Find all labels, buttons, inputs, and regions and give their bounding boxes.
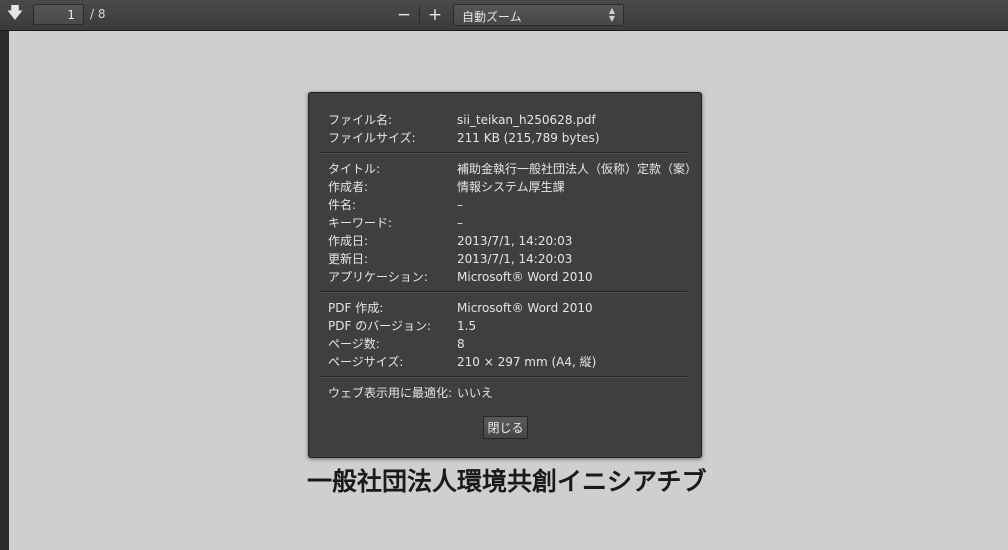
property-row: 件名: – bbox=[328, 197, 688, 213]
property-label: 件名: bbox=[328, 198, 357, 212]
property-row: 作成者: 情報システム厚生課 bbox=[328, 179, 688, 195]
toolbar: 🡇 / 8 − + 自動ズーム ▲▼ bbox=[0, 0, 1008, 31]
property-label: アプリケーション: bbox=[328, 270, 428, 284]
property-label: ページ数: bbox=[328, 337, 380, 351]
property-value: 210 × 297 mm (A4, 縦) bbox=[457, 355, 597, 369]
arrow-down-icon[interactable]: 🡇 bbox=[4, 3, 26, 25]
zoom-in-button[interactable]: + bbox=[424, 5, 446, 25]
property-value: いいえ bbox=[457, 386, 494, 400]
zoom-select-value: 自動ズーム bbox=[462, 10, 522, 24]
property-row: ページ数: 8 bbox=[328, 336, 688, 352]
property-label: 更新日: bbox=[328, 252, 369, 266]
zoom-select[interactable]: 自動ズーム ▲ ▼ bbox=[453, 4, 624, 26]
property-row: タイトル: 補助金執行一般社団法人（仮称）定款（案） bbox=[328, 161, 697, 177]
property-label: タイトル: bbox=[328, 162, 381, 176]
document-heading: 一般社団法人環境共創イニシアチブ bbox=[307, 467, 707, 496]
property-value: 2013/7/1, 14:20:03 bbox=[457, 252, 573, 266]
property-label: ファイルサイズ: bbox=[328, 131, 416, 145]
property-value: Microsoft® Word 2010 bbox=[457, 301, 593, 315]
property-row: 更新日: 2013/7/1, 14:20:03 bbox=[328, 251, 688, 267]
toolbar-divider bbox=[419, 6, 420, 24]
property-value: 1.5 bbox=[457, 319, 477, 333]
property-row: アプリケーション: Microsoft® Word 2010 bbox=[328, 269, 688, 285]
document-properties-dialog: ファイル名: sii_teikan_h250628.pdf ファイルサイズ: 2… bbox=[308, 92, 702, 458]
property-value: Microsoft® Word 2010 bbox=[457, 270, 593, 284]
property-value: sii_teikan_h250628.pdf bbox=[457, 113, 596, 127]
property-label: 作成日: bbox=[328, 234, 369, 248]
property-value: 8 bbox=[457, 337, 465, 351]
property-row: キーワード: – bbox=[328, 215, 688, 231]
section-divider bbox=[320, 152, 687, 154]
property-label: PDF 作成: bbox=[328, 301, 384, 315]
property-row: PDF のバージョン: 1.5 bbox=[328, 318, 688, 334]
close-button[interactable]: 閉じる bbox=[483, 416, 528, 439]
property-value: 情報システム厚生課 bbox=[457, 180, 565, 194]
property-row: ウェブ表示用に最適化: いいえ bbox=[328, 385, 688, 401]
property-row: ファイルサイズ: 211 KB (215,789 bytes) bbox=[328, 130, 688, 146]
page-number-input[interactable] bbox=[33, 4, 84, 25]
property-value: 211 KB (215,789 bytes) bbox=[457, 131, 600, 145]
property-row: PDF 作成: Microsoft® Word 2010 bbox=[328, 300, 688, 316]
select-arrows-icon: ▲ ▼ bbox=[608, 6, 615, 23]
property-row: 作成日: 2013/7/1, 14:20:03 bbox=[328, 233, 688, 249]
property-value: – bbox=[457, 216, 463, 230]
property-row: ページサイズ: 210 × 297 mm (A4, 縦) bbox=[328, 354, 688, 370]
section-divider bbox=[320, 376, 687, 378]
property-label: PDF のバージョン: bbox=[328, 319, 431, 333]
zoom-out-button[interactable]: − bbox=[393, 5, 415, 25]
property-row: ファイル名: sii_teikan_h250628.pdf bbox=[328, 112, 688, 128]
property-value: 補助金執行一般社団法人（仮称）定款（案） bbox=[457, 162, 698, 176]
property-label: ファイル名: bbox=[328, 113, 393, 127]
property-value: 2013/7/1, 14:20:03 bbox=[457, 234, 573, 248]
property-label: 作成者: bbox=[328, 180, 369, 194]
section-divider bbox=[320, 291, 687, 293]
property-label: キーワード: bbox=[328, 216, 393, 230]
property-label: ページサイズ: bbox=[328, 355, 404, 369]
property-value: – bbox=[457, 198, 463, 212]
property-label: ウェブ表示用に最適化: bbox=[328, 386, 453, 400]
page-count: / 8 bbox=[90, 7, 106, 21]
